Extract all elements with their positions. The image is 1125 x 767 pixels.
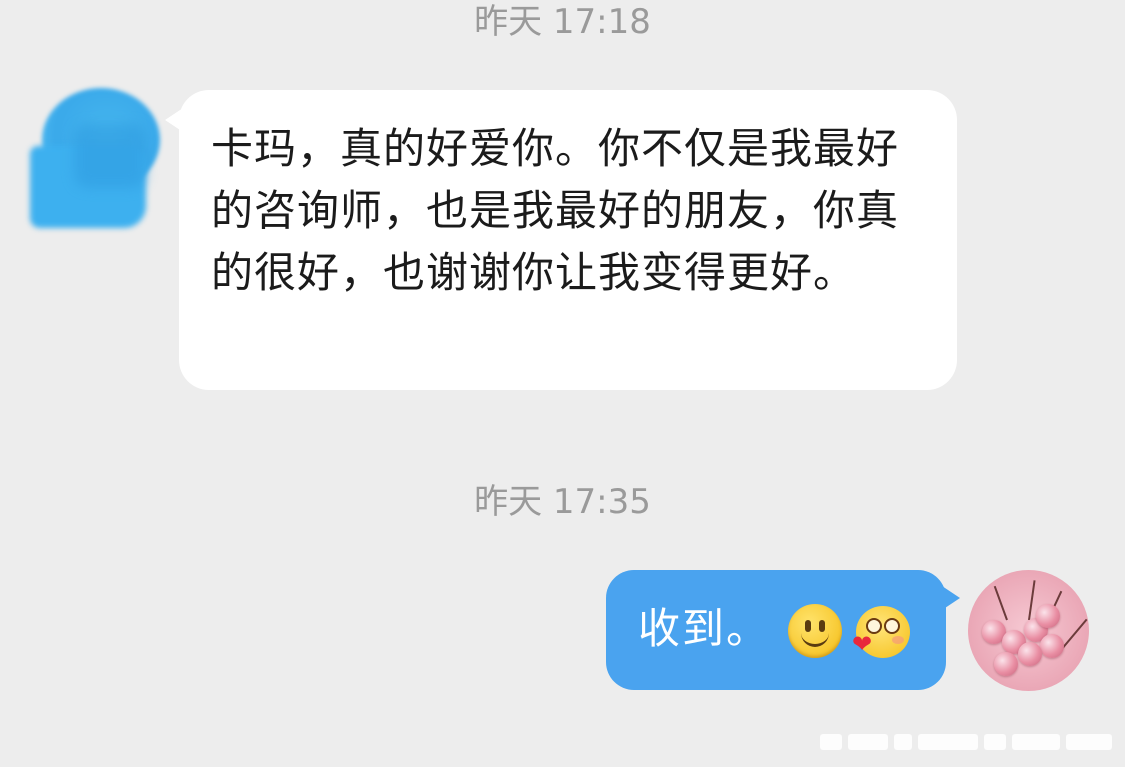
- timestamp-1: 昨天 17:18: [474, 2, 651, 42]
- watermark: [820, 728, 1115, 754]
- received-message-bubble[interactable]: 卡玛，真的好爱你。你不仅是我最好的咨询师，也是我最好的朋友，你真的很好，也谢谢你…: [165, 90, 957, 390]
- received-message-text: 卡玛，真的好爱你。你不仅是我最好的咨询师，也是我最好的朋友，你真的很好，也谢谢你…: [211, 124, 900, 297]
- bubble-tail: [942, 586, 960, 610]
- sent-message-bubble[interactable]: 收到。 ❤: [606, 570, 960, 690]
- sent-message-text: 收到。: [638, 604, 771, 653]
- contact-avatar[interactable]: [30, 88, 164, 228]
- cherry-icon: [1040, 634, 1064, 658]
- cherry-icon: [994, 652, 1018, 676]
- cherry-icon: [1036, 604, 1060, 628]
- slightly-smiling-face-icon: [788, 604, 842, 658]
- bubble-tail: [165, 108, 183, 132]
- cherry-icon: [1018, 642, 1042, 666]
- user-avatar[interactable]: [968, 570, 1089, 691]
- blushing-heart-face-icon: ❤: [852, 606, 910, 658]
- timestamp-2: 昨天 17:35: [474, 482, 651, 522]
